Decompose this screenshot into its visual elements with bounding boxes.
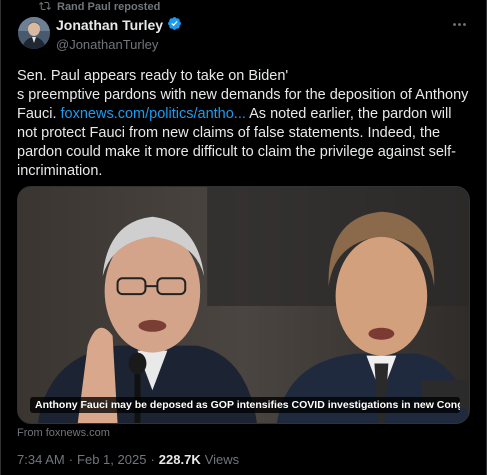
views-count[interactable]: 228.7K [159, 452, 201, 467]
author-block: Jonathan Turley @JonathanTurley [56, 16, 182, 53]
tweet-date[interactable]: Feb 1, 2025 [77, 452, 146, 467]
repost-icon [39, 0, 51, 15]
more-options-button[interactable] [450, 18, 468, 36]
tweet-link[interactable]: foxnews.com/politics/antho... [61, 106, 246, 122]
card-caption: Anthony Fauci may be deposed as GOP inte… [30, 397, 460, 413]
more-horizontal-icon [451, 16, 468, 38]
repost-indicator[interactable]: Rand Paul reposted [39, 0, 160, 14]
link-card[interactable]: Anthony Fauci may be deposed as GOP inte… [17, 186, 470, 424]
author-name[interactable]: Jonathan Turley [56, 17, 163, 34]
tweet-container: Rand Paul reposted Jonathan Turley @Jona… [0, 0, 487, 475]
tweet-time[interactable]: 7:34 AM [17, 452, 65, 467]
meta-separator: · [68, 452, 74, 467]
card-source[interactable]: From foxnews.com [17, 427, 110, 439]
views-label: Views [204, 452, 240, 467]
verified-badge-icon [167, 16, 182, 35]
author-handle[interactable]: @JonathanTurley [56, 36, 182, 53]
tweet-meta: 7:34 AM · Feb 1, 2025 · 228.7K Views [17, 452, 239, 467]
tweet-text: Sen. Paul appears ready to take on Biden… [17, 67, 469, 181]
card-photo [18, 187, 469, 423]
meta-separator: · [150, 452, 155, 467]
repost-label: Rand Paul reposted [57, 1, 161, 13]
author-avatar[interactable] [18, 17, 50, 49]
